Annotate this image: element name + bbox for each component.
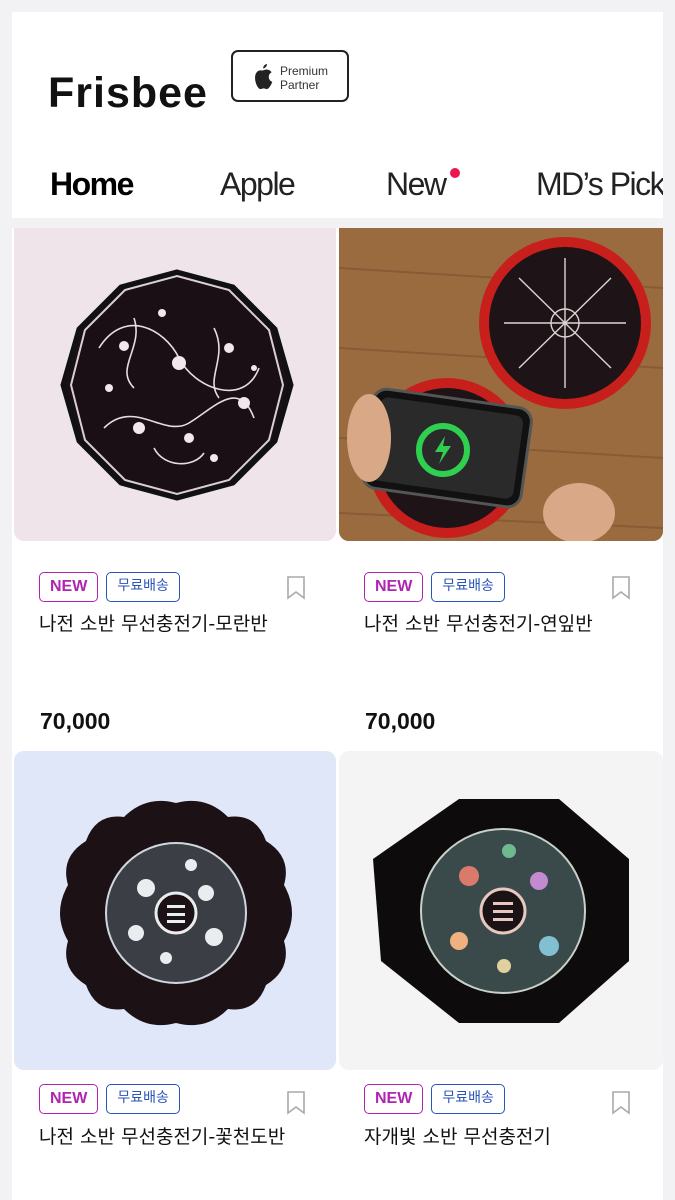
new-badge: NEW [39,572,99,602]
bookmark-icon[interactable] [286,576,306,600]
product-image[interactable] [339,228,663,541]
product-name[interactable]: 나전 소반 무선충전기-꽃천도반 [39,1123,304,1151]
product-image[interactable] [14,751,336,1070]
lacquer-tray-image [60,269,294,501]
category-tabs: Home Apple New MD’s Pick [12,162,663,212]
tab-mds-pick[interactable]: MD’s Pick [536,162,663,206]
product-name[interactable]: 자개빛 소반 무선충전기 [364,1123,654,1151]
product-card[interactable]: NEW 무료배송 나전 소반 무선충전기-꽃천도반 [14,751,336,1200]
peach-tray-image [60,800,292,1026]
product-card[interactable]: NEW 무료배송 나전 소반 무선충전기-연잎반 70,000 [339,228,663,748]
octagon-tray-image [373,799,629,1023]
tab-home[interactable]: Home [50,162,134,206]
apple-logo-icon [255,64,273,90]
tab-apple[interactable]: Apple [220,162,296,206]
product-card[interactable]: NEW 무료배송 자개빛 소반 무선충전기 [339,751,663,1200]
product-badges: NEW 무료배송 [364,572,505,602]
product-badges: NEW 무료배송 [39,1084,180,1114]
lotus-tray-phone-image [339,228,663,541]
product-card[interactable]: NEW 무료배송 나전 소반 무선충전기-모란반 70,000 [14,228,336,748]
free-shipping-badge: 무료배송 [106,572,180,602]
section-divider [12,218,663,228]
frisbee-logo[interactable]: Frisbee [48,70,208,116]
new-badge: NEW [364,572,424,602]
partner-label-line1: Premium [280,64,329,78]
new-indicator-dot [450,168,460,178]
bookmark-icon[interactable] [286,1091,306,1115]
app-screen: Frisbee Premium Partner Home Apple New M… [12,12,663,1200]
product-badges: NEW 무료배송 [39,572,180,602]
product-badges: NEW 무료배송 [364,1084,505,1114]
product-price: 70,000 [365,708,436,734]
product-image[interactable] [339,751,663,1070]
free-shipping-badge: 무료배송 [431,572,505,602]
new-badge: NEW [364,1084,424,1114]
product-price: 70,000 [40,708,111,734]
free-shipping-badge: 무료배송 [431,1084,505,1114]
product-name[interactable]: 나전 소반 무선충전기-모란반 [39,610,329,638]
bookmark-icon[interactable] [611,1091,631,1115]
apple-premium-partner-badge: Premium Partner [231,50,349,102]
product-name[interactable]: 나전 소반 무선충전기-연잎반 [364,610,654,638]
product-image[interactable] [14,228,336,541]
free-shipping-badge: 무료배송 [106,1084,180,1114]
partner-label-line2: Partner [280,78,320,92]
new-badge: NEW [39,1084,99,1114]
bookmark-icon[interactable] [611,576,631,600]
tab-new[interactable]: New [386,162,447,206]
